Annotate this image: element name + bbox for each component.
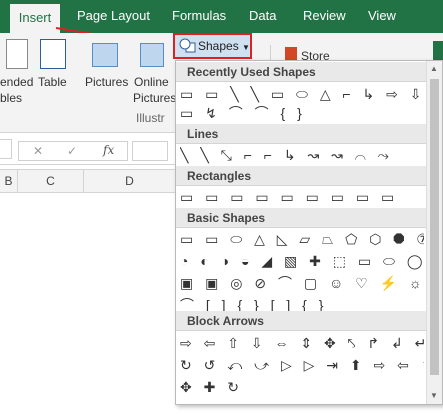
shape-row[interactable]: ✥ ✚ ↻	[180, 377, 424, 398]
table-button[interactable]: Table	[38, 75, 67, 89]
column-header[interactable]: D	[84, 170, 176, 192]
section-header-lines: Lines	[176, 124, 426, 144]
tab-formulas[interactable]: Formulas	[172, 8, 226, 23]
function-icon[interactable]: fx	[103, 143, 114, 157]
column-header[interactable]: B	[0, 170, 18, 192]
scroll-up-icon[interactable]: ▲	[430, 64, 438, 73]
tab-insert[interactable]: Insert	[10, 4, 60, 33]
section-header-rectangles: Rectangles	[176, 166, 426, 186]
section-header-basic: Basic Shapes	[176, 208, 426, 228]
shapes-icon	[179, 38, 196, 53]
shapes-label: Shapes	[198, 39, 239, 53]
section-header-arrows: Block Arrows	[176, 311, 426, 331]
enter-icon[interactable]: ✓	[67, 144, 77, 158]
shapes-gallery: Recently Used Shapes ▭ ▭ ╲ ╲ ▭ ⬭ △ ⌐ ↳ ⇨…	[175, 60, 443, 405]
cancel-icon[interactable]: ✕	[33, 144, 43, 158]
chevron-down-icon: ▼	[242, 43, 250, 52]
shape-row[interactable]: ╲ ╲ ⤡ ⌐ ⌐ ↳ ↝ ↝ ⌒ ⤳	[180, 145, 424, 166]
recommended-label[interactable]: ended	[0, 75, 33, 89]
shape-row[interactable]: ▭ ↯ ⌒ ⌒ { }	[180, 103, 424, 124]
gallery-scrollbar[interactable]: ▲ ▼	[426, 61, 442, 404]
scroll-down-icon[interactable]: ▼	[430, 391, 438, 400]
illustrations-group-label: Illustr	[136, 111, 165, 125]
formula-input[interactable]	[132, 141, 168, 161]
ribbon-tab-strip: Insert Page Layout Formulas Data Review …	[0, 0, 443, 33]
tab-page-layout[interactable]: Page Layout	[77, 8, 150, 23]
online-pictures-label-2: Pictures	[133, 91, 177, 105]
shapes-button[interactable]: Shapes ▼	[173, 33, 252, 59]
shape-row[interactable]: ◔ ◐ ◑ ◒ ◢ ▧ ✚ ⬚ ▭ ⬭ ◯ ⬚	[180, 251, 424, 272]
shape-row[interactable]: ▭ ▭ ╲ ╲ ▭ ⬭ △ ⌐ ↳ ⇨ ⇩	[180, 84, 424, 105]
pivottables-label[interactable]: bles	[0, 91, 22, 105]
pictures-icon	[92, 43, 118, 67]
shape-row[interactable]: ▭ ▭ ▭ ▭ ▭ ▭ ▭ ▭ ▭	[180, 187, 424, 208]
pictures-button[interactable]: Pictures	[85, 75, 128, 89]
shape-row[interactable]: ↻ ↺ ⤺ ⤻ ▷ ▷ ⇥ ⬆ ⇨ ⇦ ⇧ ⇩	[180, 355, 424, 376]
pivot-icon	[6, 39, 28, 69]
shape-row[interactable]: ▣ ▣ ◎ ⊘ ⌒ ▢ ☺ ♡ ⚡ ☼ ☾ ⬮	[180, 273, 424, 294]
shape-row[interactable]: ⇨ ⇦ ⇧ ⇩ ⇔ ⇕ ✥ ⤣ ↱ ↲ ↵ ⤴	[180, 333, 424, 354]
name-box[interactable]	[0, 139, 12, 159]
online-pictures-label[interactable]: Online	[134, 75, 169, 89]
scroll-thumb[interactable]	[430, 79, 439, 375]
tab-data[interactable]: Data	[249, 8, 276, 23]
tab-view[interactable]: View	[368, 8, 396, 23]
online-pictures-icon	[140, 43, 164, 67]
column-header[interactable]: C	[18, 170, 84, 192]
table-icon	[40, 39, 66, 69]
formula-controls: ✕ ✓ fx	[18, 141, 128, 161]
shape-row[interactable]: ▭ ▭ ⬭ △ ◺ ▱ ⏢ ⬠ ⬡ ⯃ ⑦ ⑧	[180, 229, 424, 250]
section-header-recent: Recently Used Shapes	[176, 62, 426, 82]
tab-review[interactable]: Review	[303, 8, 346, 23]
